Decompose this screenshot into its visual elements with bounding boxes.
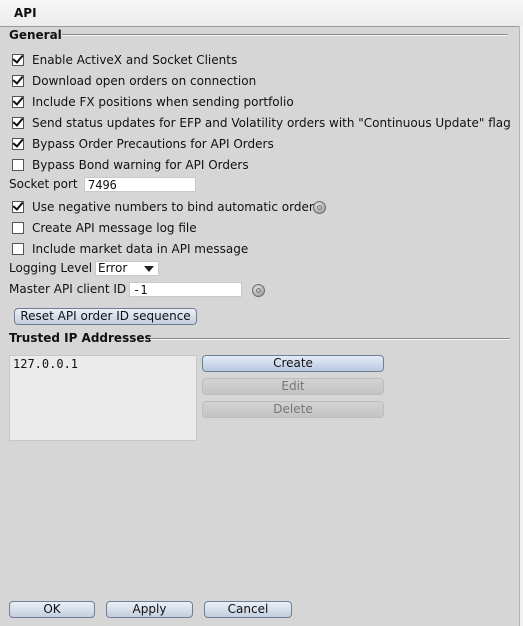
checkbox-label: Create API message log file <box>32 221 197 235</box>
checkbox-label: Send status updates for EFP and Volatili… <box>32 116 511 130</box>
window-titlebar: API <box>0 0 523 27</box>
checkbox-box[interactable] <box>12 222 24 234</box>
socket-port-label: Socket port <box>9 177 78 191</box>
checkbox-include-fx-positions[interactable]: Include FX positions when sending portfo… <box>12 93 294 111</box>
checkbox-box[interactable] <box>12 96 24 108</box>
window-edge <box>519 26 523 626</box>
master-client-id-label: Master API client ID <box>9 282 127 296</box>
create-button[interactable]: Create <box>202 355 384 372</box>
checkbox-box[interactable] <box>12 243 24 255</box>
delete-button[interactable]: Delete <box>202 401 384 418</box>
trusted-ip-section-divider <box>150 338 510 340</box>
checkbox-box[interactable] <box>12 54 24 66</box>
cancel-button[interactable]: Cancel <box>204 601 292 618</box>
checkbox-label: Download open orders on connection <box>32 74 257 88</box>
trusted-ip-list[interactable]: 127.0.0.1 <box>9 355 197 441</box>
checkbox-label: Include FX positions when sending portfo… <box>32 95 294 109</box>
checkbox-box[interactable] <box>12 201 24 213</box>
help-icon[interactable] <box>313 201 326 214</box>
checkbox-label: Bypass Bond warning for API Orders <box>32 158 249 172</box>
logging-level-select[interactable]: Error <box>95 261 159 276</box>
chevron-down-icon <box>144 266 154 272</box>
checkbox-download-open-orders[interactable]: Download open orders on connection <box>12 72 256 90</box>
reset-order-id-button[interactable]: Reset API order ID sequence <box>14 308 197 325</box>
apply-button[interactable]: Apply <box>106 601 193 618</box>
checkbox-box[interactable] <box>12 75 24 87</box>
checkbox-box[interactable] <box>12 159 24 171</box>
help-icon[interactable] <box>252 284 265 297</box>
trusted-ip-section-title: Trusted IP Addresses <box>9 331 152 345</box>
master-client-id-input[interactable]: -1 <box>129 282 242 297</box>
edit-button[interactable]: Edit <box>202 378 384 395</box>
checkbox-label: Use negative numbers to bind automatic o… <box>32 200 321 214</box>
checkbox-box[interactable] <box>12 138 24 150</box>
window-title: API <box>14 6 37 20</box>
checkbox-label: Enable ActiveX and Socket Clients <box>32 53 238 67</box>
checkbox-enable-activex[interactable]: Enable ActiveX and Socket Clients <box>12 51 237 69</box>
socket-port-input[interactable]: 7496 <box>84 177 196 192</box>
checkbox-include-market-data[interactable]: Include market data in API message <box>12 240 248 258</box>
general-section-divider <box>62 34 508 36</box>
logging-level-label: Logging Level <box>9 261 93 275</box>
checkbox-label: Include market data in API message <box>32 242 249 256</box>
general-section-title: General <box>9 28 62 42</box>
logging-level-value: Error <box>98 261 128 275</box>
checkbox-use-negative-numbers[interactable]: Use negative numbers to bind automatic o… <box>12 198 320 216</box>
checkbox-create-api-log[interactable]: Create API message log file <box>12 219 197 237</box>
list-item[interactable]: 127.0.0.1 <box>10 356 196 372</box>
checkbox-bypass-order-precautions[interactable]: Bypass Order Precautions for API Orders <box>12 135 274 153</box>
ok-button[interactable]: OK <box>9 601 95 618</box>
checkbox-send-status-updates[interactable]: Send status updates for EFP and Volatili… <box>12 114 511 132</box>
checkbox-box[interactable] <box>12 117 24 129</box>
checkbox-label: Bypass Order Precautions for API Orders <box>32 137 274 151</box>
checkbox-bypass-bond-warning[interactable]: Bypass Bond warning for API Orders <box>12 156 249 174</box>
